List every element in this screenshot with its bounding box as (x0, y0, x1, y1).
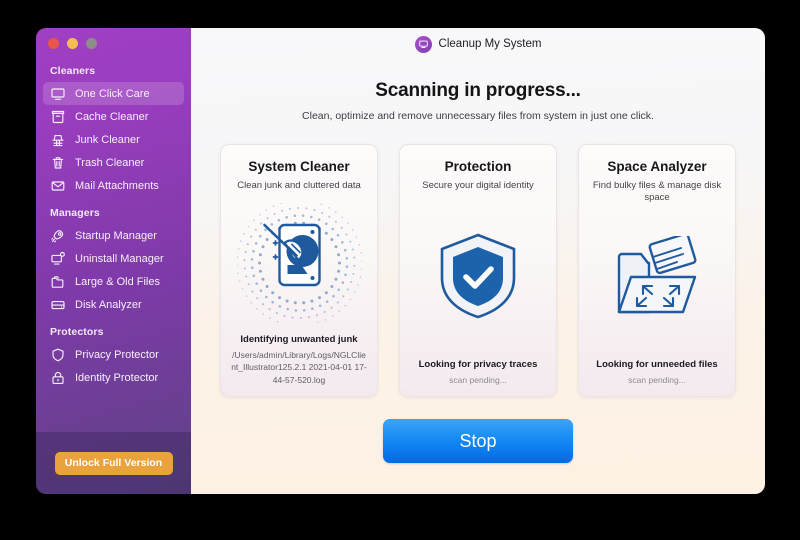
lock-icon (50, 370, 66, 386)
scan-heading: Scanning in progress... Clean, optimize … (302, 80, 654, 122)
card-status: Identifying unwanted junk (240, 334, 358, 346)
card-title: System Cleaner (248, 159, 350, 174)
sidebar-item-large-old-files[interactable]: Large & Old Files (43, 270, 184, 293)
folder-expand-icon (588, 205, 726, 359)
sidebar-item-label: Startup Manager (75, 229, 157, 242)
card-subtitle: Secure your digital identity (422, 180, 534, 191)
app-title: Cleanup My System (438, 38, 542, 50)
broom-icon (50, 132, 66, 148)
sidebar: Cleaners One Click Care Cache Cleaner Junk … (36, 28, 191, 494)
app-window: Cleaners One Click Care Cache Cleaner Junk … (36, 28, 765, 494)
sidebar-item-cache-cleaner[interactable]: Cache Cleaner (43, 105, 184, 128)
sidebar-item-identity-protector[interactable]: Identity Protector (43, 366, 184, 389)
sidebar-item-startup-manager[interactable]: Startup Manager (43, 224, 184, 247)
sidebar-item-label: Mail Attachments (75, 179, 159, 192)
card-pending-text: scan pending... (628, 374, 686, 385)
nav-group-title: Cleaners (50, 65, 96, 77)
nav-group-title: Protectors (50, 326, 104, 338)
sidebar-item-one-click-care[interactable]: One Click Care (43, 82, 184, 105)
sidebar-item-label: Privacy Protector (75, 348, 159, 361)
sidebar-nav: Cleaners One Click Care Cache Cleaner Junk … (36, 49, 191, 432)
disk-drive-icon (50, 297, 66, 313)
sidebar-item-label: Uninstall Manager (75, 252, 164, 265)
nav-group-cleaners: Cleaners One Click Care Cache Cleaner Junk … (36, 65, 191, 197)
trash-icon (50, 155, 66, 171)
sidebar-item-mail-attachments[interactable]: Mail Attachments (43, 174, 184, 197)
scan-card-space-analyzer[interactable]: Space Analyzer Find bulky files & manage … (578, 144, 736, 397)
monitor-gear-icon (50, 251, 66, 267)
card-pending-text: scan pending... (449, 374, 507, 385)
main-content: Cleanup My System Scanning in progress..… (191, 28, 765, 494)
shield-icon (50, 347, 66, 363)
scan-cards: System Cleaner Clean junk and cluttered d… (220, 144, 736, 397)
window-traffic-lights (36, 28, 191, 49)
sidebar-item-junk-cleaner[interactable]: Junk Cleaner (43, 128, 184, 151)
card-current-file: /Users/admin/Library/Logs/NGLClient_Illu… (231, 350, 367, 385)
scan-card-protection[interactable]: Protection Secure your digital identity L… (399, 144, 557, 397)
app-titlebar: Cleanup My System (414, 28, 542, 60)
sidebar-item-label: Disk Analyzer (75, 298, 142, 311)
sidebar-footer: Unlock Full Version (36, 432, 191, 494)
unlock-full-version-button[interactable]: Unlock Full Version (54, 451, 173, 475)
card-title: Space Analyzer (607, 159, 707, 174)
sidebar-item-label: Junk Cleaner (75, 133, 140, 146)
sidebar-item-label: Cache Cleaner (75, 110, 149, 123)
minimize-button[interactable] (67, 38, 78, 49)
card-title: Protection (444, 159, 512, 174)
cache-box-icon (50, 109, 66, 125)
sidebar-item-label: Trash Cleaner (75, 156, 145, 169)
close-button[interactable] (48, 38, 59, 49)
sidebar-item-disk-analyzer[interactable]: Disk Analyzer (43, 293, 184, 316)
folder-icon (50, 274, 66, 290)
zoom-button[interactable] (86, 38, 97, 49)
sidebar-item-label: One Click Care (75, 87, 150, 100)
sidebar-item-privacy-protector[interactable]: Privacy Protector (43, 343, 184, 366)
app-logo-icon (414, 35, 432, 53)
card-status: Looking for unneeded files (596, 358, 718, 370)
card-subtitle: Clean junk and cluttered data (237, 180, 361, 191)
nav-group-managers: Managers Startup Manager Uninstall Manager… (36, 207, 191, 316)
rocket-icon (50, 228, 66, 244)
nav-group-protectors: Protectors Privacy Protector Identity Prot… (36, 326, 191, 389)
page-subtitle: Clean, optimize and remove unnecessary f… (302, 110, 654, 122)
sidebar-item-trash-cleaner[interactable]: Trash Cleaner (43, 151, 184, 174)
page-title: Scanning in progress... (375, 80, 581, 101)
envelope-icon (50, 178, 66, 194)
shield-check-icon (409, 192, 547, 358)
monitor-icon (50, 86, 66, 102)
card-subtitle: Find bulky files & manage disk space (592, 180, 722, 204)
sidebar-item-label: Identity Protector (75, 371, 159, 384)
stop-button[interactable]: Stop (383, 419, 573, 463)
sidebar-item-uninstall-manager[interactable]: Uninstall Manager (43, 247, 184, 270)
scan-card-system-cleaner[interactable]: System Cleaner Clean junk and cluttered d… (220, 144, 378, 397)
card-status: Looking for privacy traces (418, 358, 538, 370)
nav-group-title: Managers (50, 207, 100, 219)
disk-broom-icon (230, 192, 368, 334)
sidebar-item-label: Large & Old Files (75, 275, 160, 288)
